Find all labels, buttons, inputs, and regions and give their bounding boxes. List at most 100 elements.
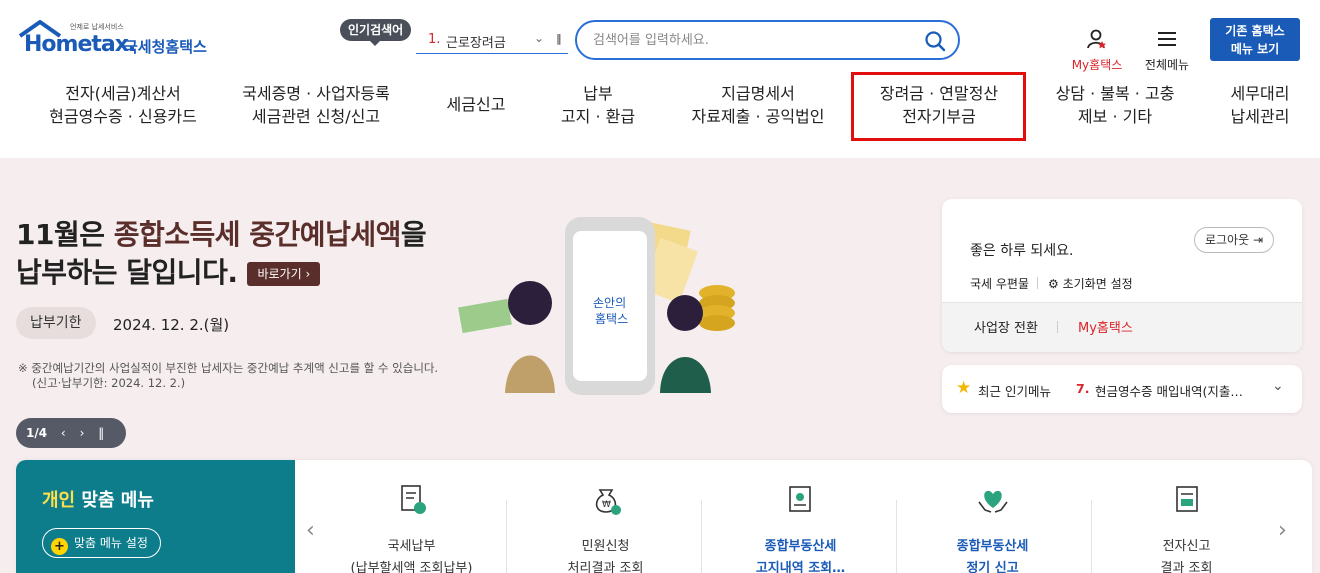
- pause-icon[interactable]: ‖: [556, 32, 562, 45]
- hero-title: 11월은 종합소득세 중간예납세액을 납부하는 달입니다. 바로가기 ›: [16, 216, 427, 292]
- gnb-item-agent[interactable]: 세무대리 납세관리: [1218, 82, 1302, 128]
- quick-item-line1: 민원신청: [581, 539, 630, 554]
- old-hometax-line1: 기존 홈택스: [1225, 24, 1285, 38]
- divider: [1057, 321, 1058, 333]
- gnb-label: 전자(세금)계산서: [65, 84, 181, 103]
- banner-illustration: 손안의 홈택스: [458, 217, 735, 395]
- gnb-item-statement[interactable]: 지급명세서 자료제출 · 공익법인: [684, 82, 832, 128]
- gnb-label: 납부: [583, 84, 613, 103]
- hero-title-line2: 납부하는 달입니다.: [16, 256, 238, 289]
- hero-title-highlight: 종합소득세 중간예납세액: [113, 218, 402, 251]
- pager-count: 1/4: [26, 426, 48, 440]
- my-hometax-link[interactable]: My홈택스: [1078, 317, 1133, 336]
- prev-icon[interactable]: ‹: [61, 418, 66, 448]
- next-arrow-icon[interactable]: ›: [1278, 518, 1287, 543]
- init-setting-link[interactable]: ⚙ 초기화면 설정: [1048, 275, 1133, 292]
- greeting-text: 좋은 하루 되세요.: [970, 243, 1074, 259]
- document-search-icon: [1175, 486, 1198, 512]
- gnb-label: 국세증명 · 사업자등록: [242, 84, 390, 103]
- popular-keyword[interactable]: 근로장려금: [446, 32, 506, 51]
- recent-popular-label: 최근 인기메뉴: [978, 384, 1051, 399]
- gnb-item-tax-report[interactable]: 세금신고: [430, 93, 522, 116]
- money-bag-icon: ₩: [595, 489, 621, 515]
- divider: [701, 500, 702, 573]
- my-hometax-label: My홈택스: [1071, 58, 1123, 72]
- hero-note-line1: ※ 중간예납기간의 사업실적이 부진한 납세자는 중간예납 추계액 신고를 할 …: [18, 361, 439, 375]
- search-box: [575, 20, 960, 60]
- search-input[interactable]: [593, 30, 913, 50]
- gnb-label: 지급명세서: [721, 84, 795, 103]
- recent-popular-menu[interactable]: ★ 최근 인기메뉴 7. 현금영수증 매입내역(지출… ⌄: [942, 365, 1302, 413]
- gnb-label: 납세관리: [1230, 107, 1290, 126]
- next-icon[interactable]: ›: [80, 418, 85, 448]
- quick-menu: 개인 맞춤 메뉴 + 맞춤 메뉴 설정 ‹ 국세납부 (납부할세액 조회납부) ₩…: [16, 460, 1312, 573]
- logout-button[interactable]: 로그아웃 ⇥: [1194, 227, 1274, 253]
- quick-item-petition[interactable]: ₩ 민원신청 처리결과 조회: [508, 482, 703, 573]
- popular-search-badge: 인기검색어: [340, 19, 412, 46]
- certificate-icon: [788, 486, 811, 512]
- gnb-item-certificate[interactable]: 국세증명 · 사업자등록 세금관련 신청/신고: [230, 82, 402, 128]
- gnb-item-payment[interactable]: 납부 고지 · 환급: [548, 82, 648, 128]
- star-icon: ★: [956, 378, 972, 398]
- recent-popular-value[interactable]: 현금영수증 매입내역(지출…: [1095, 381, 1243, 400]
- gnb-label: 제보 · 기타: [1077, 107, 1153, 126]
- hero-title-text: 11월은: [16, 218, 114, 251]
- quick-item-line1: 전자신고: [1162, 539, 1211, 554]
- old-hometax-line2: 메뉴 보기: [1230, 42, 1280, 56]
- gnb-label: 세금관련 신청/신고: [251, 107, 381, 126]
- chevron-down-icon[interactable]: ⌄: [534, 31, 544, 45]
- custom-menu-setting-button[interactable]: + 맞춤 메뉴 설정: [42, 528, 161, 558]
- pause-icon[interactable]: ‖: [98, 418, 104, 448]
- quick-item-line2: 정기 신고: [966, 561, 1019, 573]
- all-menu-button[interactable]: 전체메뉴: [1142, 28, 1192, 73]
- svg-text:₩: ₩: [602, 500, 611, 510]
- popular-rank: 1.: [428, 32, 441, 47]
- old-hometax-button[interactable]: 기존 홈택스 메뉴 보기: [1210, 18, 1300, 61]
- chevron-down-icon[interactable]: ⌄: [1272, 378, 1284, 394]
- gnb-item-e-invoice[interactable]: 전자(세금)계산서 현금영수증 · 신용카드: [38, 82, 208, 128]
- logout-icon: ⇥: [1252, 233, 1264, 247]
- header: 언제로 납세서비스 Hometax. 국세청홈택스 인기검색어 1. 근로장려금…: [0, 0, 1320, 158]
- custom-title-rest: 맞춤 메뉴: [75, 490, 154, 511]
- quick-item-e-filing-result[interactable]: 전자신고 결과 조회: [1089, 482, 1284, 573]
- quick-item-line2: 고지내역 조회…: [755, 561, 846, 573]
- due-label: 납부기한: [16, 307, 96, 339]
- logo-name: 국세청홈택스: [124, 38, 207, 56]
- hero-title-text: 을: [400, 218, 427, 251]
- gnb-item-consult[interactable]: 상담 · 불복 · 고충 제보 · 기타: [1046, 82, 1184, 128]
- all-menu-label: 전체메뉴: [1144, 58, 1190, 72]
- quick-item-comprehensive-report[interactable]: 종합부동산세 정기 신고: [895, 482, 1090, 573]
- quick-item-line1: 종합부동산세: [764, 539, 837, 554]
- banner-pager: 1/4 ‹ › ‖: [16, 418, 126, 448]
- hamburger-icon: [1158, 32, 1176, 46]
- recent-popular-rank: 7.: [1076, 381, 1090, 396]
- logout-label: 로그아웃: [1204, 233, 1250, 247]
- hometax-logo[interactable]: 언제로 납세서비스 Hometax. 국세청홈택스: [18, 18, 218, 62]
- user-icon: [1087, 29, 1106, 49]
- tax-mail-link[interactable]: 국세 우편물: [970, 275, 1029, 292]
- logo-subtitle: 언제로 납세서비스: [70, 23, 124, 31]
- search-icon[interactable]: [924, 30, 946, 52]
- gnb-label: 세금신고: [446, 95, 506, 114]
- quick-item-tax-payment[interactable]: 국세납부 (납부할세액 조회납부): [314, 482, 509, 573]
- heart-hands-icon: [977, 490, 1008, 513]
- custom-menu-setting-label: 맞춤 메뉴 설정: [74, 536, 148, 550]
- popular-search-dropdown[interactable]: 1. 근로장려금 ⌄ ‖: [416, 28, 568, 54]
- phone-text2: 홈택스: [595, 312, 628, 326]
- divider: [506, 500, 507, 573]
- logo-brand: Hometax.: [24, 32, 136, 57]
- highlight-box: [851, 72, 1026, 141]
- quick-item-comprehensive-notice[interactable]: 종합부동산세 고지내역 조회…: [703, 482, 898, 573]
- quick-item-line2: 결과 조회: [1160, 561, 1213, 573]
- quick-item-line2: (납부할세액 조회납부): [350, 561, 473, 573]
- gnb-label: 고지 · 환급: [560, 107, 636, 126]
- business-switch-link[interactable]: 사업장 전환: [974, 317, 1038, 336]
- document-upload-icon: [400, 485, 426, 514]
- custom-menu-panel: 개인 맞춤 메뉴 + 맞춤 메뉴 설정: [16, 460, 295, 573]
- my-hometax-button[interactable]: My홈택스: [1068, 28, 1126, 73]
- phone-text1: 손안의: [593, 296, 626, 310]
- gear-icon: ⚙: [1048, 277, 1059, 291]
- goto-button[interactable]: 바로가기 ›: [247, 262, 321, 286]
- custom-menu-title: 개인 맞춤 메뉴: [42, 486, 154, 512]
- custom-title-highlight: 개인: [42, 490, 76, 511]
